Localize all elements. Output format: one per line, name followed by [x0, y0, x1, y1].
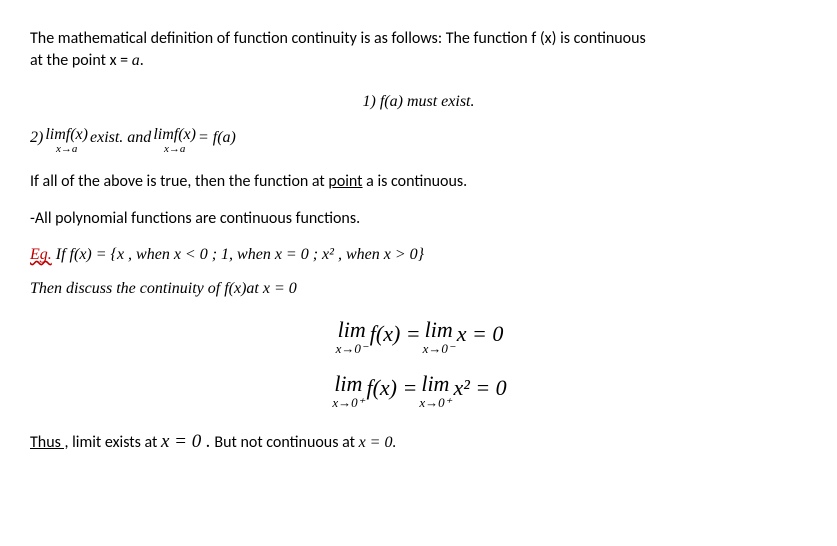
thus-line: Thus , limit exists at x = 0 . But not c…	[30, 429, 807, 456]
intro-a: a	[132, 52, 140, 69]
thus-x2: x = 0.	[359, 434, 397, 451]
eg-line: Eg. If f(x) = {x , when x < 0 ; 1, when …	[30, 244, 807, 266]
eq1-limtop-l: lim	[338, 319, 366, 341]
cond2-lim2: limf	[153, 126, 178, 143]
cond2-sub2: x→a	[164, 144, 185, 155]
condition-2: 2) limf(x) x→a exist. and limf(x) x→a = …	[30, 127, 807, 155]
eg-label: Eg.	[30, 246, 52, 263]
eg-body: If f(x) = {x , when x < 0 ; 1, when x = …	[52, 246, 424, 263]
ifall-a: If all of the above is true, then the fu…	[30, 172, 328, 191]
cond2-prefix: 2)	[30, 127, 43, 149]
eq2-sub-l: x→0⁺	[332, 396, 364, 409]
thus-a: limit exists at	[68, 433, 161, 452]
eq1-rhs: x = 0	[457, 319, 504, 350]
ifall-point: point	[328, 172, 362, 191]
eq1-lim-left: lim x→0⁻	[336, 319, 368, 355]
intro-line2a: at the point x =	[30, 51, 132, 70]
cond2-arg1: (x)	[70, 126, 88, 143]
equation-1: lim x→0⁻ f(x) = lim x→0⁻ x = 0	[30, 319, 807, 355]
cond1-rest: must exist.	[403, 93, 475, 110]
intro-line1: The mathematical definition of function …	[30, 29, 646, 48]
eq2-sub-r: x→0⁺	[419, 396, 451, 409]
condition-1: 1) f(a) must exist.	[30, 91, 807, 113]
cond2-mid1: exist. and	[90, 127, 151, 149]
intro-line2c: .	[140, 51, 144, 70]
then-text: Then discuss the continuity of f(x)at x …	[30, 280, 297, 297]
poly-line: -All polynomial functions are continuous…	[30, 208, 807, 230]
eq2-lim-right: lim x→0⁺	[419, 373, 451, 409]
eq1-limtop-r: lim	[425, 319, 453, 341]
limit-block-2: limf(x) x→a	[153, 127, 196, 155]
equation-2: lim x→0⁺ f(x) = lim x→0⁺ x² = 0	[30, 373, 807, 409]
cond2-arg2: (x)	[178, 126, 196, 143]
thus-x: x = 0 .	[161, 431, 211, 452]
thus-label: Thus ,	[30, 433, 68, 452]
eq1-fx: f(x) =	[370, 319, 421, 350]
cond2-lim1: limf	[45, 126, 70, 143]
ifall-b: a is continuous.	[363, 172, 468, 191]
eq2-rhs: x² = 0	[453, 373, 506, 404]
limit-block-1: limf(x) x→a	[45, 127, 88, 155]
eq2-fx: f(x) =	[366, 373, 417, 404]
cond2-sub1: x→a	[56, 144, 77, 155]
eq1-sub-r: x→0⁻	[423, 342, 455, 355]
then-line: Then discuss the continuity of f(x)at x …	[30, 278, 807, 300]
cond2-eq: = f(a)	[198, 127, 236, 149]
cond1-fa: f(a)	[380, 93, 403, 110]
intro-paragraph: The mathematical definition of function …	[30, 28, 807, 73]
eq2-limtop-r: lim	[421, 373, 449, 395]
eq2-lim-left: lim x→0⁺	[332, 373, 364, 409]
eq1-lim-right: lim x→0⁻	[423, 319, 455, 355]
eq2-limtop-l: lim	[334, 373, 362, 395]
ifall-line: If all of the above is true, then the fu…	[30, 171, 807, 193]
thus-b: But not continuous at	[211, 433, 359, 452]
cond1-prefix: 1)	[363, 93, 380, 110]
eq1-sub-l: x→0⁻	[336, 342, 368, 355]
